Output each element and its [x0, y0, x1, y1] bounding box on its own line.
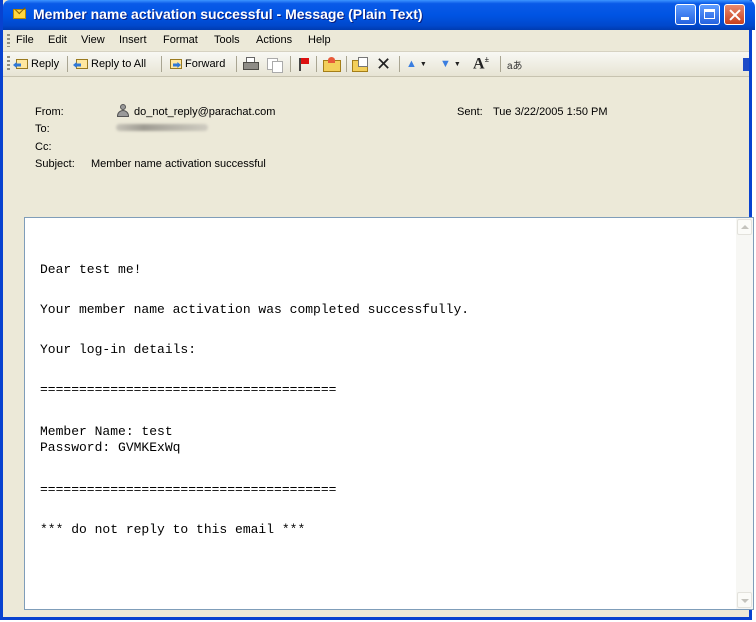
sent-value: Tue 3/22/2005 1:50 PM — [493, 106, 608, 118]
forward-icon — [167, 58, 182, 70]
menu-tools[interactable]: Tools — [214, 34, 240, 46]
toolbar-separator — [236, 56, 237, 72]
cc-label: Cc: — [35, 141, 52, 153]
menu-insert[interactable]: Insert — [119, 34, 147, 46]
move-to-folder-button[interactable] — [352, 54, 368, 74]
reply-all-label: Reply to All — [91, 58, 147, 70]
reply-button[interactable]: Reply — [13, 54, 59, 74]
toolbar-separator — [500, 56, 501, 72]
forward-label: Forward — [185, 58, 226, 70]
close-button[interactable] — [724, 4, 745, 25]
to-recipient-redacted[interactable] — [116, 124, 208, 131]
toolbar-grip[interactable] — [7, 56, 10, 71]
menu-file[interactable]: File — [16, 34, 34, 46]
toolbar-separator — [346, 56, 347, 72]
message-window: Member name activation successful - Mess… — [0, 0, 755, 620]
font-size-icon: A± — [473, 54, 489, 73]
copy-icon — [266, 57, 283, 73]
reply-all-icon — [73, 58, 88, 70]
next-item-icon: ▼ — [440, 58, 451, 70]
next-item-button[interactable]: ▼ ▼ — [440, 54, 461, 74]
delete-button[interactable]: ✕ — [376, 54, 391, 74]
follow-up-flag-button[interactable] — [297, 54, 309, 74]
message-body[interactable]: Dear test me! Your member name activatio… — [24, 217, 754, 610]
contact-icon — [116, 104, 130, 117]
scroll-down-button[interactable] — [737, 592, 752, 608]
menu-edit[interactable]: Edit — [48, 34, 67, 46]
body-password: Password: GVMKExWq — [40, 440, 181, 455]
create-rule-button[interactable] — [323, 54, 341, 74]
envelope-icon — [13, 9, 26, 19]
folder-icon — [323, 57, 341, 72]
maximize-button[interactable] — [699, 4, 720, 25]
menu-view[interactable]: View — [81, 34, 105, 46]
reply-all-button[interactable]: Reply to All — [73, 54, 146, 74]
from-label: From: — [35, 106, 64, 118]
toolbar-separator — [399, 56, 400, 72]
menu-bar: File Edit View Insert Format Tools Actio… — [3, 30, 749, 52]
menu-format[interactable]: Format — [163, 34, 198, 46]
toolbar-separator — [290, 56, 291, 72]
standard-toolbar: Reply Reply to All Forward ✕ ▲ ▼ ▼ ▼ A± … — [3, 52, 749, 77]
subject-value: Member name activation successful — [91, 158, 266, 170]
move-icon — [352, 57, 368, 72]
reply-icon — [13, 58, 28, 70]
previous-item-button[interactable]: ▲ ▼ — [406, 54, 427, 74]
menu-actions[interactable]: Actions — [256, 34, 292, 46]
body-separator: ====================================== — [40, 482, 337, 497]
minimize-button[interactable] — [675, 4, 696, 25]
toolbar-separator — [67, 56, 68, 72]
encoding-icon: aあ — [507, 60, 523, 72]
encoding-button[interactable]: aあ — [507, 54, 523, 74]
delete-icon: ✕ — [376, 54, 392, 74]
previous-item-icon: ▲ — [406, 58, 417, 70]
body-line-login-details: Your log-in details: — [40, 342, 197, 357]
print-button[interactable] — [243, 54, 259, 74]
vertical-scrollbar[interactable] — [736, 218, 753, 609]
sent-label: Sent: — [457, 106, 483, 118]
body-member-name: Member Name: test — [40, 424, 173, 439]
body-footer: *** do not reply to this email *** — [40, 522, 306, 537]
copy-button[interactable] — [266, 54, 283, 74]
from-value[interactable]: do_not_reply@parachat.com — [134, 106, 275, 118]
body-line-activation: Your member name activation was complete… — [40, 302, 470, 317]
flag-icon — [297, 57, 309, 71]
chevron-down-icon: ▼ — [419, 60, 427, 68]
body-greeting: Dear test me! — [40, 262, 142, 277]
window-title: Member name activation successful - Mess… — [33, 6, 423, 22]
forward-button[interactable]: Forward — [167, 54, 225, 74]
body-separator: ====================================== — [40, 382, 337, 397]
menubar-grip[interactable] — [7, 34, 10, 47]
menu-help[interactable]: Help — [308, 34, 331, 46]
print-icon — [243, 57, 259, 71]
scroll-up-button[interactable] — [737, 219, 752, 235]
chevron-down-icon: ▼ — [453, 60, 461, 68]
title-bar[interactable]: Member name activation successful - Mess… — [3, 0, 755, 30]
font-size-button[interactable]: A± — [473, 54, 489, 74]
message-header: From: do_not_reply@parachat.com Sent: Tu… — [3, 77, 749, 210]
toolbar-separator — [161, 56, 162, 72]
toolbar-overflow-chevron[interactable] — [743, 58, 749, 71]
subject-label: Subject: — [35, 158, 75, 170]
reply-label: Reply — [31, 58, 60, 70]
toolbar-separator — [316, 56, 317, 72]
to-label: To: — [35, 123, 50, 135]
